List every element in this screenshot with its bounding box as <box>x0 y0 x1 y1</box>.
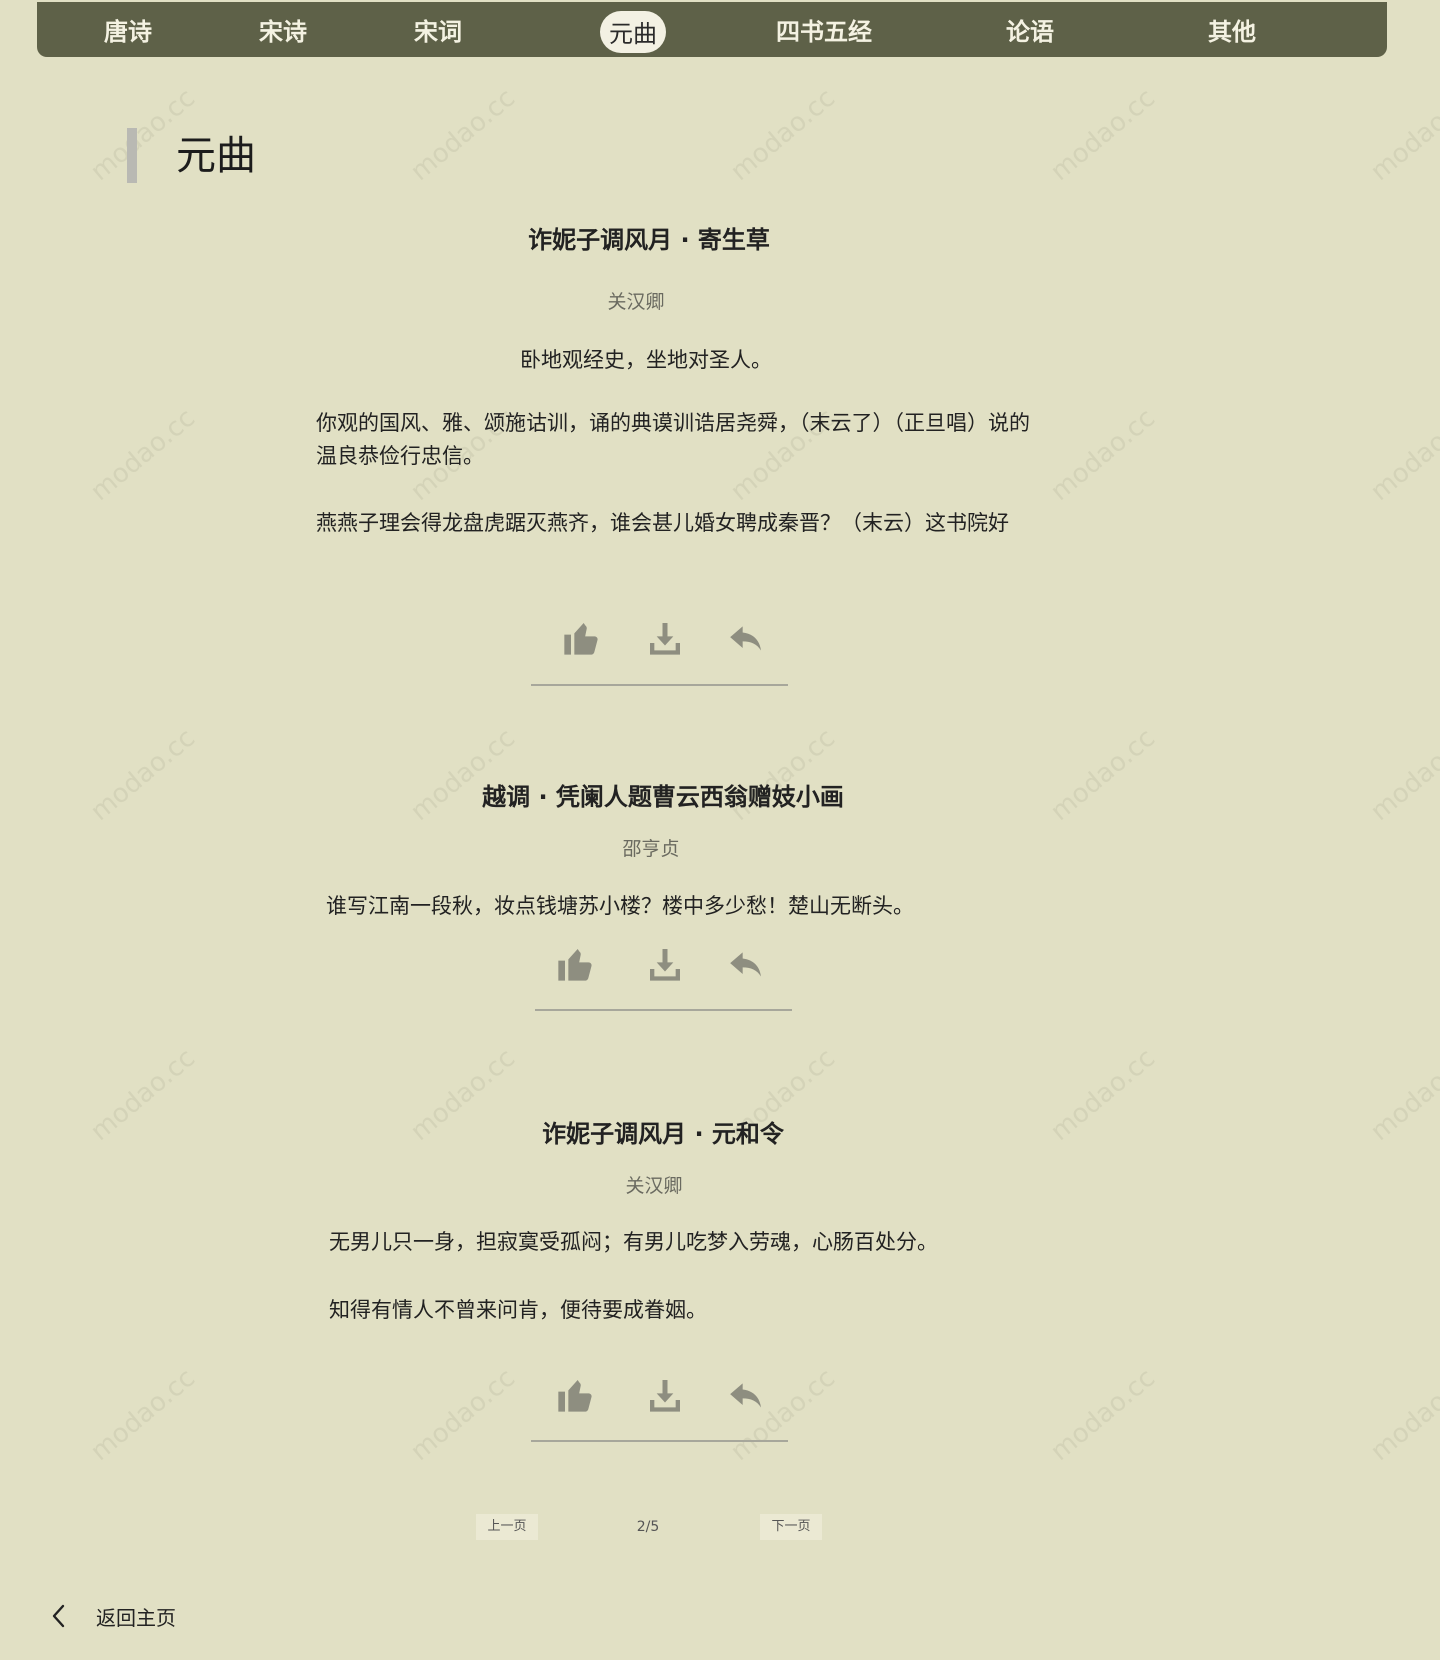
chevron-left-icon <box>52 1604 65 1628</box>
nav-item-tangshi[interactable]: 唐诗 <box>104 2 152 57</box>
back-home-link[interactable]: 返回主页 <box>48 1596 176 1636</box>
watermark-text: modao.cc <box>85 403 201 507</box>
watermark-text: modao.cc <box>1365 723 1440 827</box>
watermark-text: modao.cc <box>1365 1363 1440 1467</box>
reply-icon[interactable] <box>726 1375 766 1415</box>
nav-item-sishuwujing[interactable]: 四书五经 <box>776 2 872 57</box>
nav-item-songci[interactable]: 宋词 <box>414 2 462 57</box>
section-title: 元曲 <box>176 133 256 179</box>
poem-divider <box>531 684 788 686</box>
poem-line: 卧地观经史，坐地对圣人。 <box>520 348 772 372</box>
watermark-text: modao.cc <box>405 1363 521 1467</box>
watermark-text: modao.cc <box>725 83 841 187</box>
download-icon[interactable] <box>645 1375 685 1415</box>
nav-item-lunyu[interactable]: 论语 <box>1006 2 1054 57</box>
watermark-text: modao.cc <box>1365 1043 1440 1147</box>
watermark-text: modao.cc <box>405 83 521 187</box>
thumbs-up-icon[interactable] <box>555 944 595 984</box>
watermark-text: modao.cc <box>1045 723 1161 827</box>
watermark-text: modao.cc <box>1365 83 1440 187</box>
watermark-text: modao.cc <box>1045 1043 1161 1147</box>
reply-icon[interactable] <box>726 944 766 984</box>
poem-author: 关汉卿 <box>625 1175 683 1197</box>
watermark-text: modao.cc <box>1045 403 1161 507</box>
poem-line: 燕燕子理会得龙盘虎踞灭燕齐，谁会甚儿婚女聘成秦晋？（末云）这书院好 <box>316 511 1009 535</box>
page-indicator: 2/5 <box>636 1519 660 1535</box>
watermark-text: modao.cc <box>85 1363 201 1467</box>
watermark-text: modao.cc <box>1365 403 1440 507</box>
poem-line: 你观的国风、雅、颂施诂训，诵的典谟训诰居尧舜，（末云了）（正旦唱）说的温良恭俭行… <box>316 411 1030 468</box>
poem-line: 知得有情人不曾来问肯，便待要成眷姻。 <box>329 1298 707 1322</box>
poem-title: 诈妮子调风月 · 寄生草 <box>528 226 770 254</box>
nav-item-qita[interactable]: 其他 <box>1208 2 1256 57</box>
watermark-text: modao.cc <box>85 1043 201 1147</box>
prev-page-button[interactable]: 上一页 <box>476 1514 538 1540</box>
thumbs-up-icon[interactable] <box>555 1375 595 1415</box>
watermark-text: modao.cc <box>405 1043 521 1147</box>
poem-title: 越调 · 凭阑人题曹云西翁赠妓小画 <box>482 783 844 811</box>
watermark-text: modao.cc <box>1045 1363 1161 1467</box>
watermark-text: modao.cc <box>85 723 201 827</box>
poem-line: 无男儿只一身，担寂寞受孤闷；有男儿吃梦入劳魂，心肠百处分。 <box>329 1230 938 1254</box>
top-nav: 唐诗 宋诗 宋词 元曲 四书五经 论语 其他 <box>37 2 1387 57</box>
nav-item-songshi[interactable]: 宋诗 <box>259 2 307 57</box>
poem-title: 诈妮子调风月 · 元和令 <box>542 1120 784 1148</box>
poem-author: 关汉卿 <box>607 291 665 313</box>
download-icon[interactable] <box>645 944 685 984</box>
thumbs-up-icon[interactable] <box>561 618 601 658</box>
poem-line: 谁写江南一段秋，妆点钱塘苏小楼？楼中多少愁！楚山无断头。 <box>326 894 914 918</box>
reply-icon[interactable] <box>726 618 766 658</box>
nav-item-yuanqu[interactable]: 元曲 <box>600 11 666 53</box>
poem-divider <box>535 1009 792 1011</box>
download-icon[interactable] <box>645 618 685 658</box>
next-page-button[interactable]: 下一页 <box>760 1514 822 1540</box>
poem-author: 邵亨贞 <box>622 838 680 860</box>
poem-divider <box>531 1440 788 1442</box>
watermark-text: modao.cc <box>1045 83 1161 187</box>
back-home-label: 返回主页 <box>96 1605 176 1630</box>
section-accent-bar <box>127 128 137 183</box>
